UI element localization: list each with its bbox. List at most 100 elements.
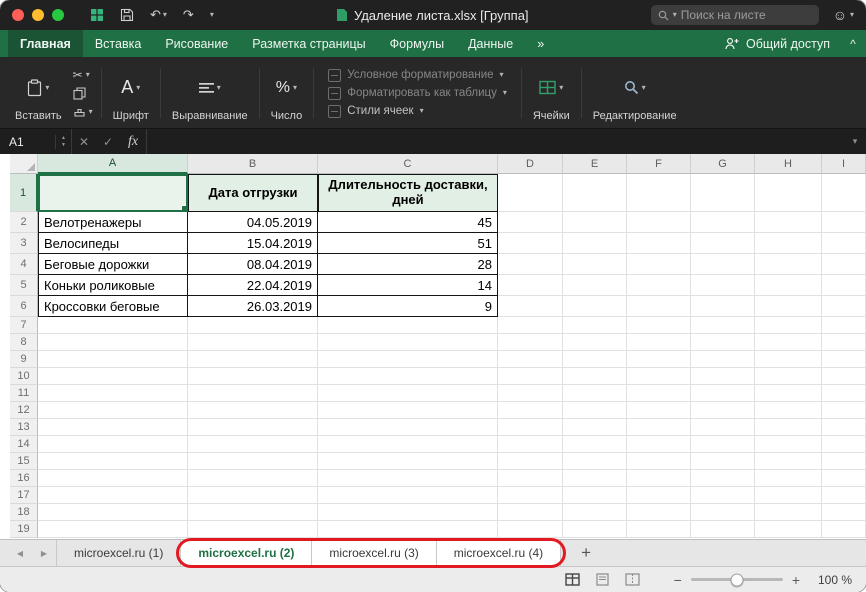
close-window-button[interactable] <box>12 9 24 21</box>
search-box[interactable]: ▾ Поиск на листе <box>651 5 819 25</box>
cell-I14[interactable] <box>822 436 866 453</box>
row-header-9[interactable]: 9 <box>10 351 38 368</box>
sheet-tab-2[interactable]: microexcel.ru (2) <box>181 540 312 566</box>
cell-C18[interactable] <box>318 504 498 521</box>
row-header-13[interactable]: 13 <box>10 419 38 436</box>
cell-C17[interactable] <box>318 487 498 504</box>
normal-view-icon[interactable] <box>565 573 580 586</box>
page-break-view-icon[interactable] <box>625 573 640 586</box>
cell-I18[interactable] <box>822 504 866 521</box>
cell-C11[interactable] <box>318 385 498 402</box>
ribbon-tab-data[interactable]: Данные <box>456 30 525 57</box>
cell-A16[interactable] <box>38 470 188 487</box>
cell-B7[interactable] <box>188 317 318 334</box>
row-header-12[interactable]: 12 <box>10 402 38 419</box>
cells-menu-button[interactable]: ▾ Ячейки <box>526 60 577 126</box>
cell-C15[interactable] <box>318 453 498 470</box>
cell-D6[interactable] <box>498 296 563 317</box>
cell-B2[interactable]: 04.05.2019 <box>188 212 318 233</box>
cell-C3[interactable]: 51 <box>318 233 498 254</box>
cell-D1[interactable] <box>498 174 563 212</box>
cell-E8[interactable] <box>563 334 627 351</box>
cell-E6[interactable] <box>563 296 627 317</box>
cell-E17[interactable] <box>563 487 627 504</box>
zoom-slider[interactable] <box>691 578 783 581</box>
cell-I2[interactable] <box>822 212 866 233</box>
cell-D2[interactable] <box>498 212 563 233</box>
cell-I17[interactable] <box>822 487 866 504</box>
cell-H10[interactable] <box>755 368 822 385</box>
cell-H3[interactable] <box>755 233 822 254</box>
cell-F5[interactable] <box>627 275 691 296</box>
cell-H6[interactable] <box>755 296 822 317</box>
row-header-5[interactable]: 5 <box>10 275 38 296</box>
row-header-11[interactable]: 11 <box>10 385 38 402</box>
cell-C8[interactable] <box>318 334 498 351</box>
cell-C6[interactable]: 9 <box>318 296 498 317</box>
collapse-ribbon-icon[interactable]: ^ <box>840 30 866 57</box>
cell-G11[interactable] <box>691 385 755 402</box>
cell-I4[interactable] <box>822 254 866 275</box>
cell-G8[interactable] <box>691 334 755 351</box>
cell-H5[interactable] <box>755 275 822 296</box>
conditional-formatting-button[interactable]: Условное форматирование ▾ <box>328 69 507 82</box>
cell-H4[interactable] <box>755 254 822 275</box>
sheet-nav-left-icon[interactable]: ◀ <box>8 540 32 566</box>
cell-C5[interactable]: 14 <box>318 275 498 296</box>
column-header-B[interactable]: B <box>188 154 318 174</box>
cell-F1[interactable] <box>627 174 691 212</box>
column-header-I[interactable]: I <box>822 154 866 174</box>
column-header-H[interactable]: H <box>755 154 822 174</box>
cell-H9[interactable] <box>755 351 822 368</box>
app-grid-icon[interactable] <box>90 8 104 22</box>
cell-C12[interactable] <box>318 402 498 419</box>
cell-H19[interactable] <box>755 521 822 538</box>
cell-I16[interactable] <box>822 470 866 487</box>
column-header-C[interactable]: C <box>318 154 498 174</box>
cell-G19[interactable] <box>691 521 755 538</box>
cell-F3[interactable] <box>627 233 691 254</box>
zoom-slider-handle[interactable] <box>730 573 743 586</box>
cell-H7[interactable] <box>755 317 822 334</box>
ribbon-tab-insert[interactable]: Вставка <box>83 30 153 57</box>
cell-F15[interactable] <box>627 453 691 470</box>
column-header-F[interactable]: F <box>627 154 691 174</box>
cell-D8[interactable] <box>498 334 563 351</box>
confirm-entry-icon[interactable]: ✓ <box>96 129 120 154</box>
cell-I15[interactable] <box>822 453 866 470</box>
cell-D4[interactable] <box>498 254 563 275</box>
cell-E3[interactable] <box>563 233 627 254</box>
cell-C14[interactable] <box>318 436 498 453</box>
ribbon-tab-more[interactable]: » <box>525 30 556 57</box>
cell-D7[interactable] <box>498 317 563 334</box>
cell-D3[interactable] <box>498 233 563 254</box>
cancel-entry-icon[interactable]: ✕ <box>72 129 96 154</box>
cell-F9[interactable] <box>627 351 691 368</box>
cell-B5[interactable]: 22.04.2019 <box>188 275 318 296</box>
editing-menu-button[interactable]: ▾ Редактирование <box>586 60 684 126</box>
cell-H1[interactable] <box>755 174 822 212</box>
cell-G9[interactable] <box>691 351 755 368</box>
cell-B4[interactable]: 08.04.2019 <box>188 254 318 275</box>
cell-E10[interactable] <box>563 368 627 385</box>
cell-I6[interactable] <box>822 296 866 317</box>
cell-F19[interactable] <box>627 521 691 538</box>
cell-E18[interactable] <box>563 504 627 521</box>
cell-B14[interactable] <box>188 436 318 453</box>
row-header-6[interactable]: 6 <box>10 296 38 317</box>
cell-E1[interactable] <box>563 174 627 212</box>
cell-F2[interactable] <box>627 212 691 233</box>
cell-B17[interactable] <box>188 487 318 504</box>
cell-H17[interactable] <box>755 487 822 504</box>
cell-I11[interactable] <box>822 385 866 402</box>
cell-F7[interactable] <box>627 317 691 334</box>
copy-button[interactable] <box>73 87 93 100</box>
cell-B13[interactable] <box>188 419 318 436</box>
cell-H11[interactable] <box>755 385 822 402</box>
cell-D12[interactable] <box>498 402 563 419</box>
cell-A19[interactable] <box>38 521 188 538</box>
cell-A5[interactable]: Коньки роликовые <box>38 275 188 296</box>
cell-B8[interactable] <box>188 334 318 351</box>
cell-F10[interactable] <box>627 368 691 385</box>
cell-H16[interactable] <box>755 470 822 487</box>
